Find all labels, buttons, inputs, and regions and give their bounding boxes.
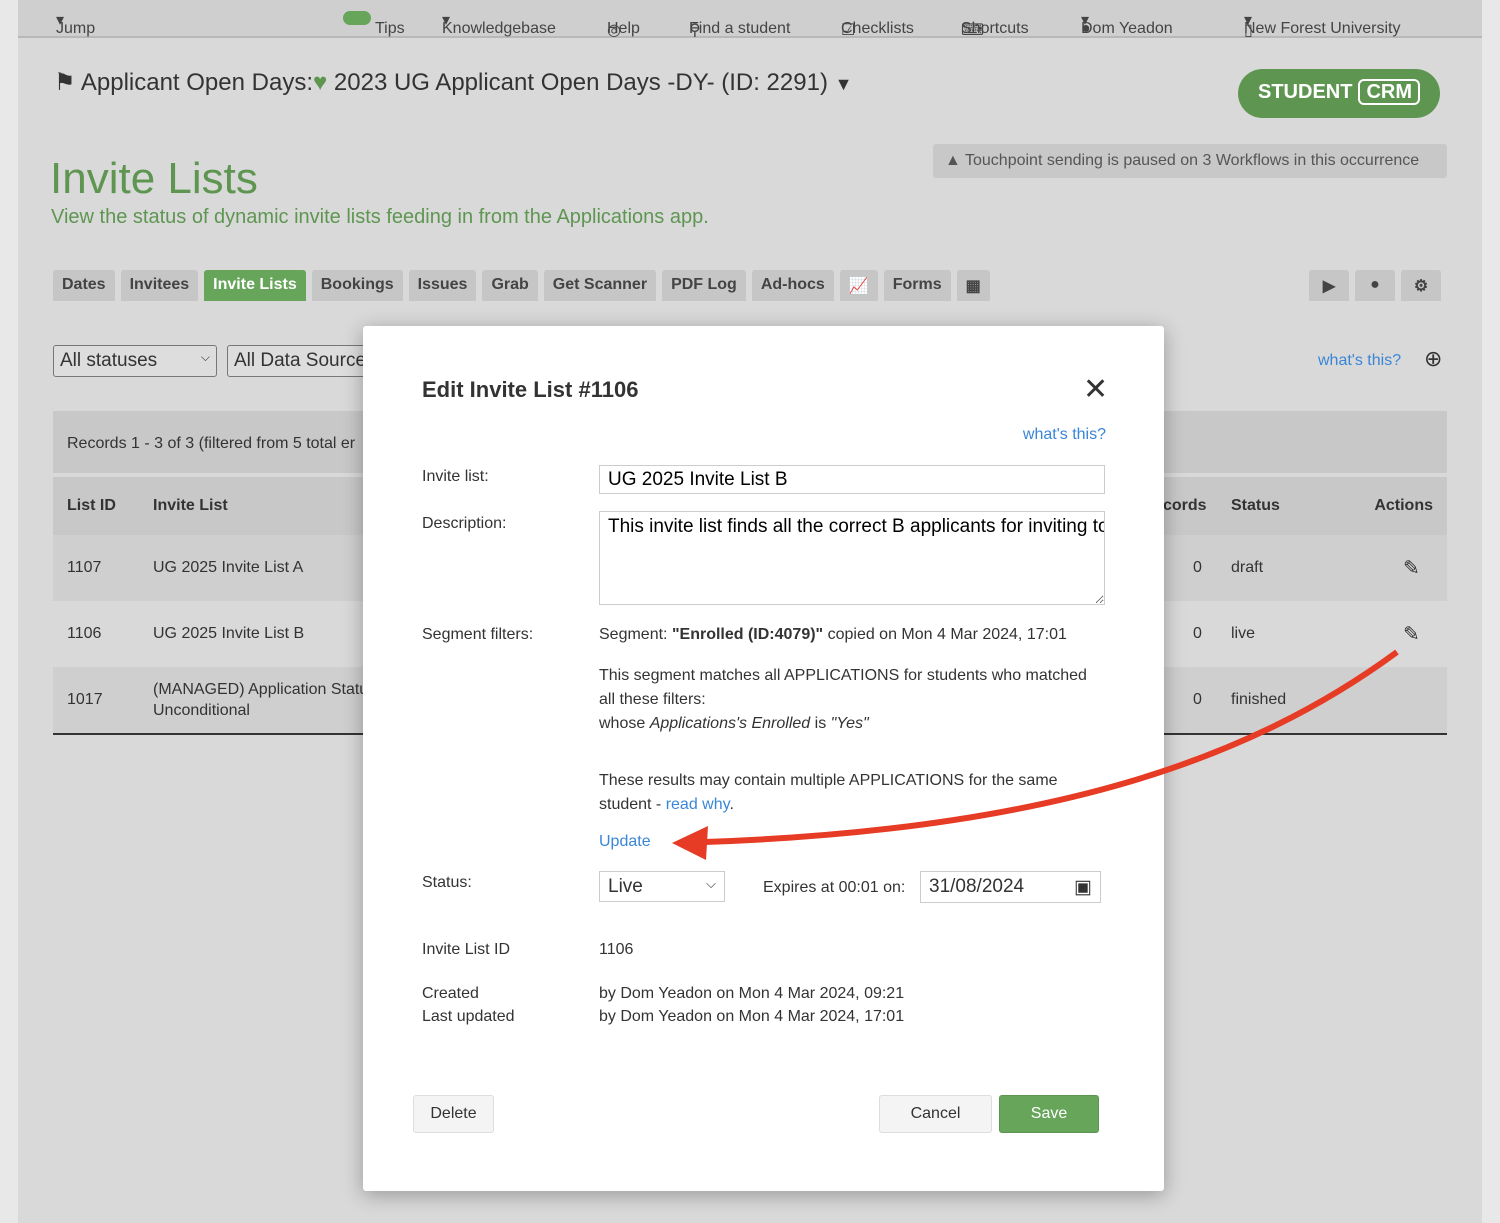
arrow-head bbox=[672, 826, 708, 860]
annotation-arrow bbox=[672, 649, 1399, 860]
arrow-line bbox=[704, 649, 1399, 845]
